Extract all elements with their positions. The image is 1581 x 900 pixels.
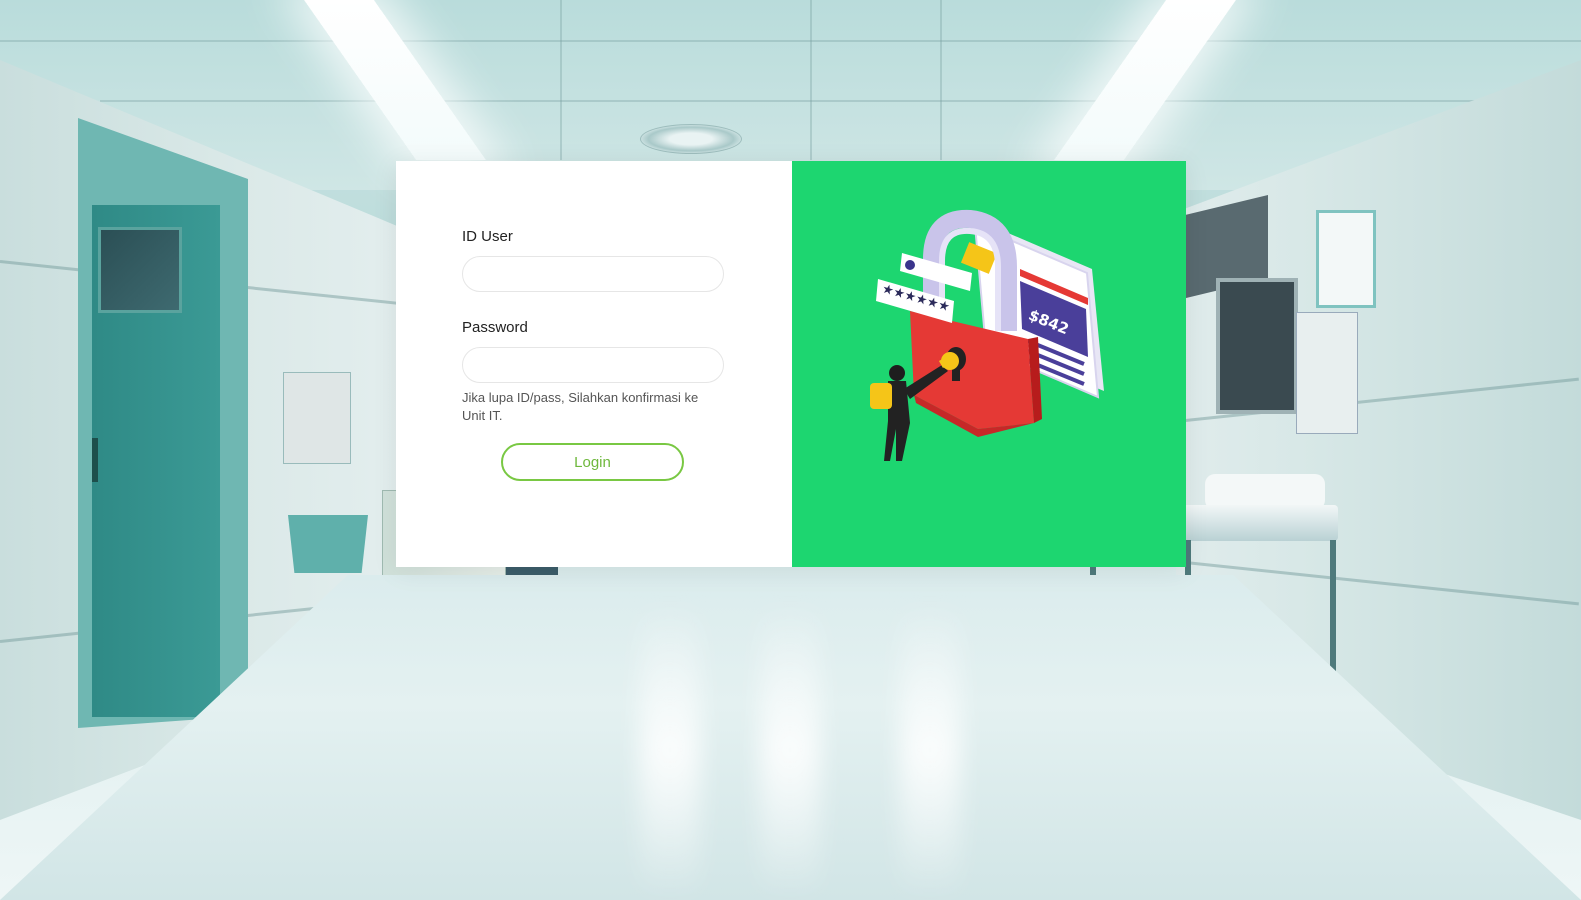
door-window — [98, 227, 182, 313]
wall-poster — [1316, 210, 1376, 308]
password-label: Password — [462, 319, 528, 336]
wall-panel — [1296, 312, 1358, 434]
floor-reflection — [900, 600, 960, 900]
padlock-security-icon: $842 ★★★★★★ — [870, 209, 1104, 461]
ceiling-grid-line — [810, 0, 812, 160]
illustration-panel: $842 ★★★★★★ — [792, 161, 1186, 567]
ceiling-grid-line — [0, 40, 1581, 42]
hospital-bed — [1178, 505, 1338, 541]
wall-poster — [283, 372, 351, 464]
floor-reflection — [640, 600, 700, 900]
password-input[interactable] — [462, 347, 724, 383]
door-handle — [92, 438, 98, 482]
user-id-input[interactable] — [462, 256, 724, 292]
login-button[interactable]: Login — [501, 443, 684, 481]
ceiling-grid-line — [940, 0, 942, 160]
ceiling-grid-line — [100, 100, 1480, 102]
forgot-password-hint: Jika lupa ID/pass, Silahkan konfirmasi k… — [462, 390, 699, 423]
ceiling-grid-line — [560, 0, 562, 160]
ceiling-vent — [640, 124, 742, 154]
login-card: ID User Password Jika lupa ID/pass, Sila… — [396, 161, 1186, 567]
user-id-label: ID User — [462, 228, 513, 245]
wall-monitor — [1216, 278, 1298, 414]
floor-reflection — [760, 600, 820, 900]
login-form: ID User Password Jika lupa ID/pass, Sila… — [396, 161, 792, 567]
wall-dispenser — [288, 515, 368, 573]
